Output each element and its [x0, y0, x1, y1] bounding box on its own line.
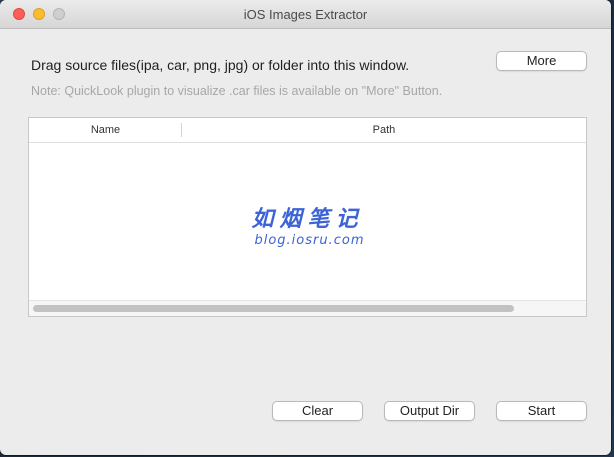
watermark-title: 如烟笔记 [251, 207, 364, 232]
watermark: 如烟笔记 blog.iosru.com [29, 207, 586, 249]
horizontal-scrollbar-thumb[interactable] [33, 305, 514, 312]
output-dir-button[interactable]: Output Dir [384, 401, 475, 421]
more-button[interactable]: More [496, 51, 587, 71]
window-title: iOS Images Extractor [243, 7, 368, 22]
app-window: iOS Images Extractor Drag source files(i… [0, 0, 611, 455]
watermark-url: blog.iosru.com [254, 233, 365, 248]
table-header: Name Path [29, 118, 586, 143]
quicklook-note-text: Note: QuickLook plugin to visualize .car… [31, 84, 443, 98]
title-bar[interactable]: iOS Images Extractor [0, 0, 611, 29]
drag-instruction-text: Drag source files(ipa, car, png, jpg) or… [31, 57, 410, 73]
start-button[interactable]: Start [496, 401, 587, 421]
files-table[interactable]: Name Path 如烟笔记 blog.iosru.com [28, 117, 587, 317]
column-header-name[interactable]: Name [29, 118, 182, 142]
column-header-path[interactable]: Path [182, 118, 586, 142]
clear-button[interactable]: Clear [272, 401, 363, 421]
horizontal-scrollbar[interactable] [29, 300, 586, 316]
table-body[interactable]: 如烟笔记 blog.iosru.com [29, 143, 586, 301]
